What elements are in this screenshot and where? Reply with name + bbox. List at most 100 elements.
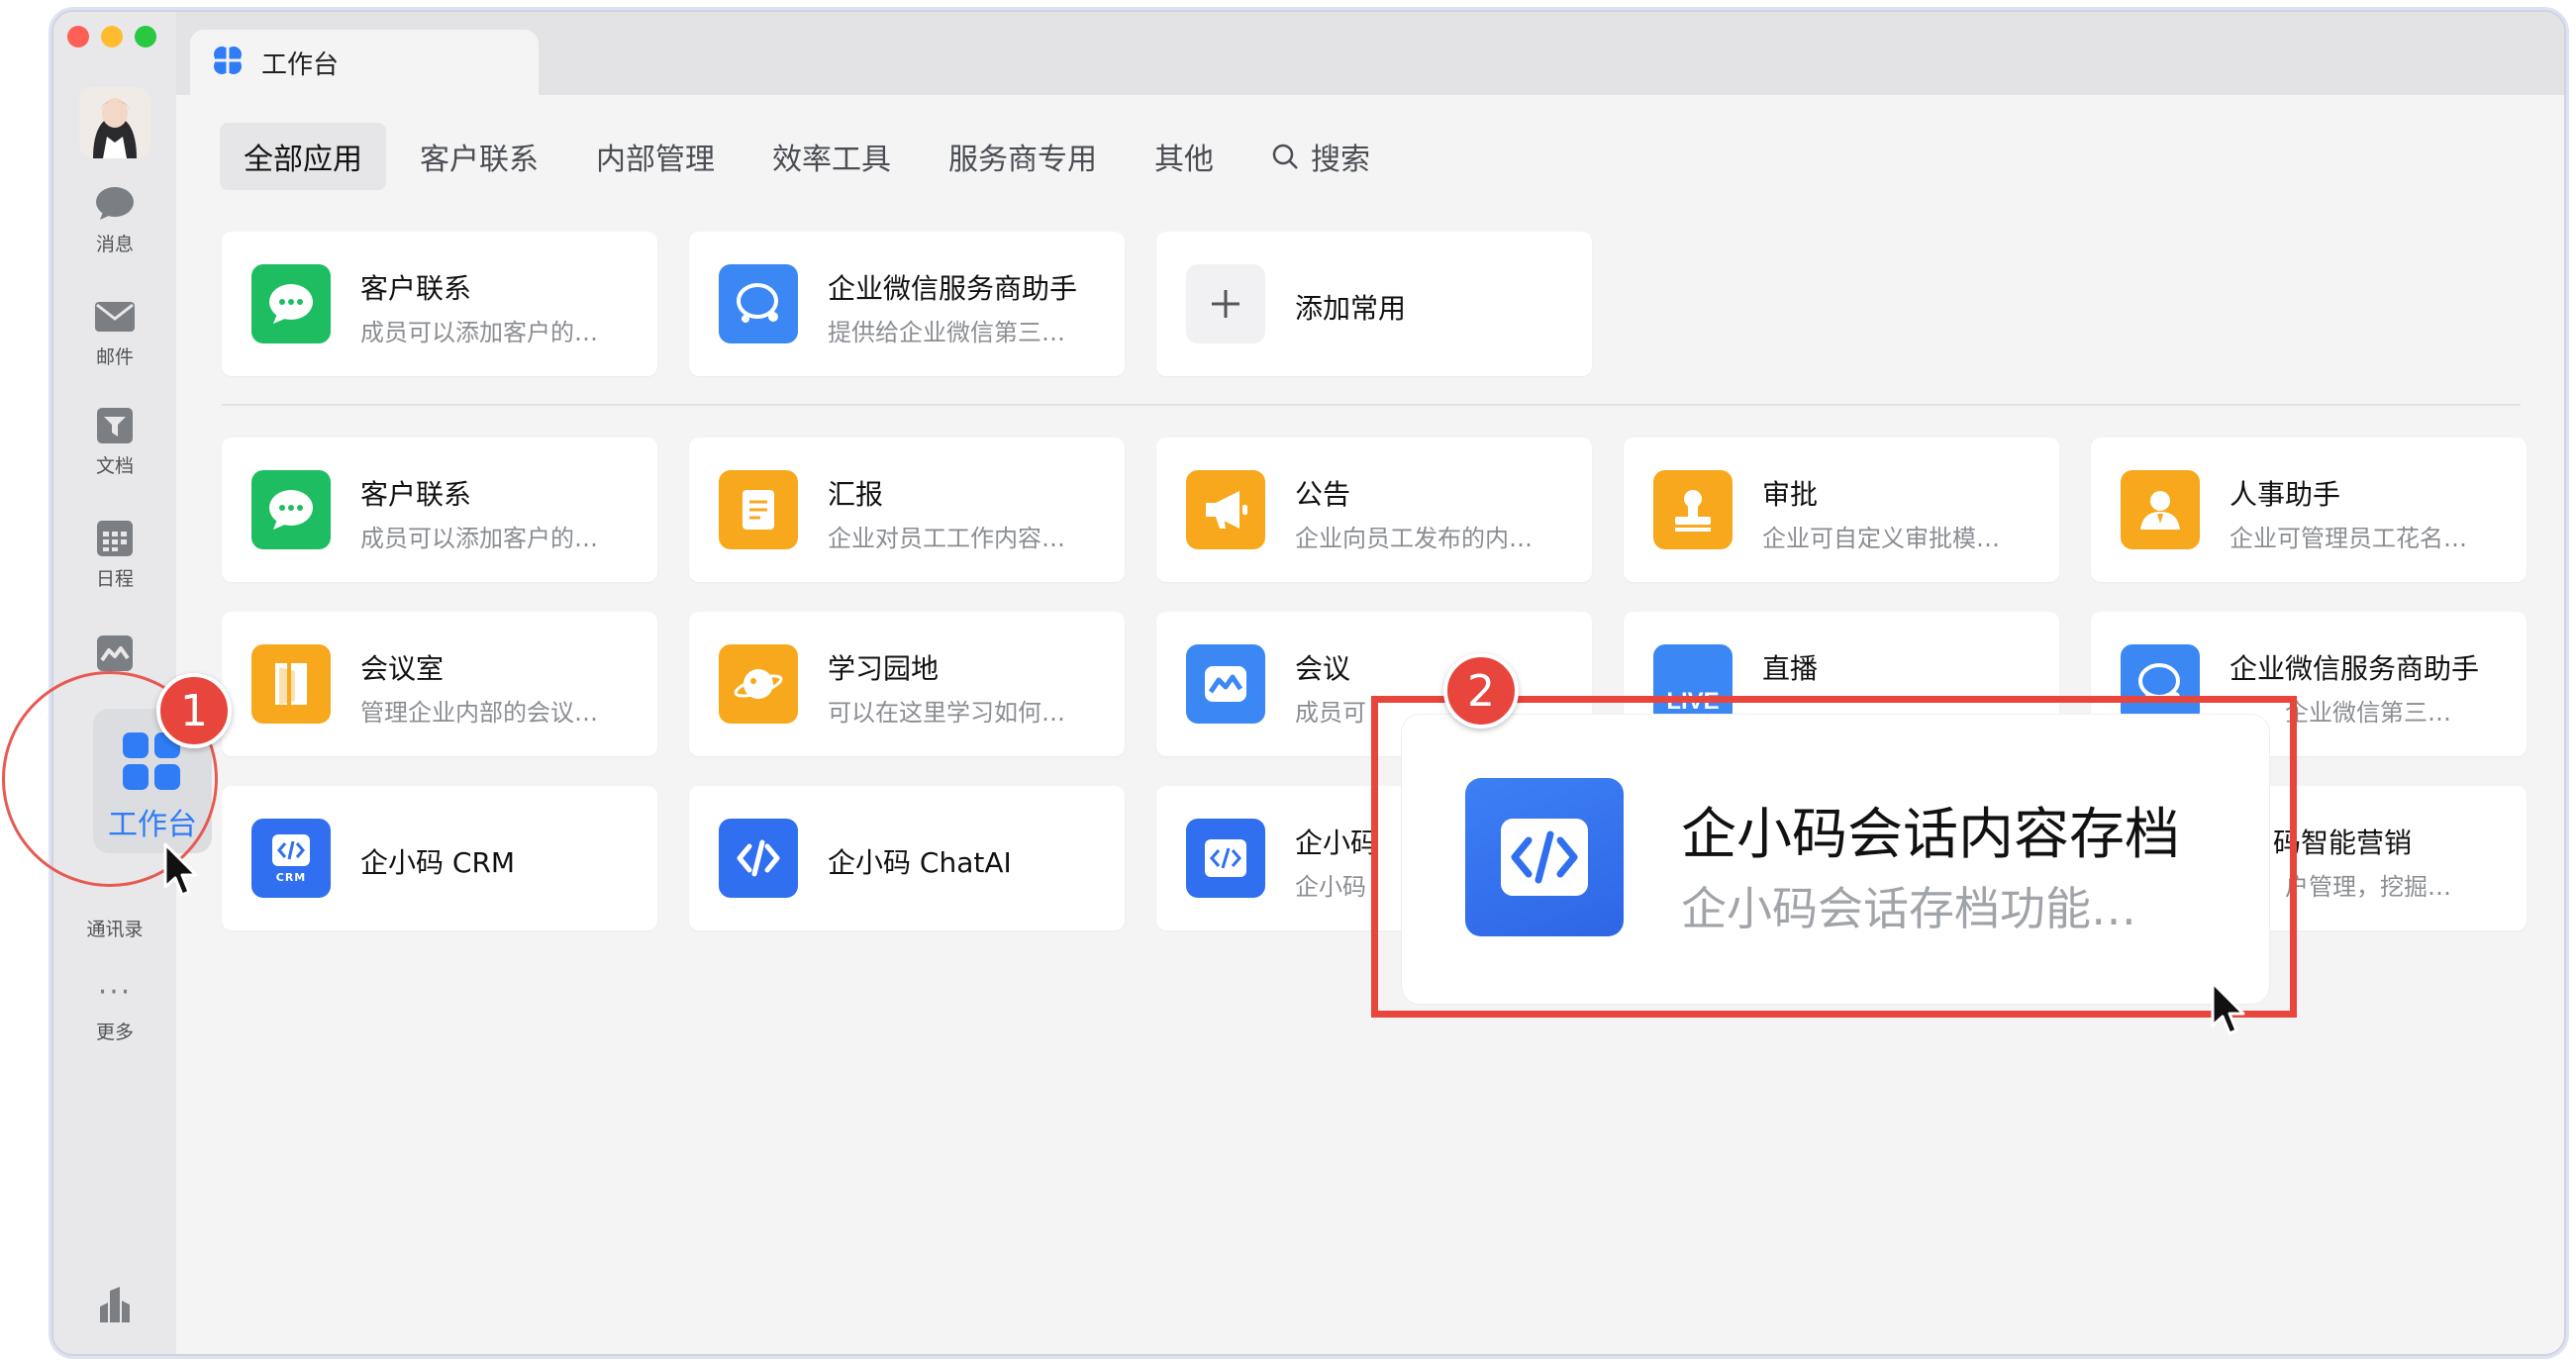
app-title: 审批 [1762,478,1819,511]
zoom-window-button[interactable] [135,26,156,48]
person-icon [2121,470,2200,549]
sidebar-item-messages[interactable]: 消息 [53,184,176,256]
tab-customer-contact[interactable]: 客户联系 [396,123,562,190]
tab-label: 工作台 [261,49,340,80]
app-subtitle: 成员可以添加客户的… [360,319,598,346]
app-title: 人事助手 [2229,478,2341,511]
app-subtitle: 管理企业内部的会议… [360,699,598,727]
stamp-icon [1653,470,1733,549]
sidebar-item-label: 通讯录 [86,919,144,940]
app-card-approval[interactable]: 审批 企业可自定义审批模… [1624,438,2059,582]
app-subtitle: 企业可管理员工花名… [2229,525,2467,552]
sidebar-item-label: 更多 [95,1022,134,1043]
app-title: 汇报 [828,478,884,511]
door-icon [251,644,331,724]
app-card-report[interactable]: 汇报 企业对员工工作内容… [689,438,1125,582]
code-icon [719,819,798,898]
service-helper-icon [719,264,798,343]
app-card-code-archive-magnified[interactable]: 企小码会话内容存档 企小码会话存档功能… [1402,715,2269,1004]
app-title: 添加常用 [1295,292,1407,325]
tab-workbench[interactable]: 工作台 [190,30,539,95]
app-title: 企小码 [1295,827,1379,859]
mouse-cursor-icon [163,842,198,897]
tab-service-provider[interactable]: 服务商专用 [925,123,1121,190]
mouse-cursor-icon [2211,981,2245,1035]
app-title: 企业微信服务商助手 [2229,652,2480,685]
search-label: 搜索 [1311,143,1370,177]
more-icon: ··· [97,974,133,1010]
close-window-button[interactable] [67,26,89,48]
mail-icon [93,297,137,337]
megaphone-icon [1186,470,1265,549]
sidebar-item-label: 消息 [95,234,134,255]
search-icon [1272,144,1298,169]
workbench-logo-icon [212,45,244,80]
app-title: 客户联系 [360,272,472,305]
app-title: 直播 [1762,652,1819,685]
avatar[interactable] [79,87,150,158]
chat-bubble-icon [93,184,137,224]
main-panel: 工作台 全部应用 客户联系 内部管理 效率工具 服务商专用 其他 搜索 客户联系… [176,12,2564,1354]
tab-internal-management[interactable]: 内部管理 [572,123,739,190]
app-subtitle: 户管理，挖掘… [2285,873,2451,901]
sidebar-item-label: 日程 [95,568,134,590]
calendar-icon [93,519,137,558]
app-title: 客户联系 [360,478,472,511]
tab-productivity-tools[interactable]: 效率工具 [748,123,915,190]
app-card-customer-contact-fav[interactable]: 客户联系 成员可以添加客户的… [222,232,657,376]
sidebar-item-meeting-shortcut[interactable] [53,633,176,673]
title-bar: 工作台 [176,12,2564,95]
app-title: 学习园地 [828,652,940,685]
code-crm-icon: CRM [251,819,331,898]
report-icon [719,470,798,549]
app-subtitle: 企业可自定义审批模… [1762,525,2000,552]
app-card-hr-assistant[interactable]: 人事助手 企业可管理员工花名… [2091,438,2526,582]
tab-all-apps[interactable]: 全部应用 [220,123,386,190]
step-badge-1: 1 [156,673,232,748]
app-subtitle: 企业微信第三… [2285,699,2451,727]
app-title: 企小码 CRM [360,846,516,879]
app-title: 会议 [1295,652,1351,685]
search-button[interactable]: 搜索 [1247,123,1394,190]
meeting-icon [1186,644,1265,724]
step-badge-2: 2 [1443,653,1519,729]
app-card-learning[interactable]: 学习园地 可以在这里学习如何… [689,612,1125,756]
sidebar-bottom-icon[interactable] [53,1285,176,1324]
sidebar-item-label: 邮件 [95,346,134,368]
building-icon [93,1285,137,1324]
app-subtitle: 企小码会话存档功能… [1681,882,2136,935]
sidebar-item-more[interactable]: ··· 更多 [53,972,176,1044]
app-title: 企业微信服务商助手 [828,272,1078,305]
app-subtitle: 可以在这里学习如何… [828,699,1065,727]
app-title: 企小码 ChatAI [828,846,1012,879]
app-subtitle: 企业对员工工作内容… [828,525,1065,552]
app-subtitle: 提供给企业微信第三… [828,319,1065,346]
app-subtitle: 企业向员工发布的内… [1295,525,1533,552]
app-title: 公告 [1295,478,1351,511]
add-favorite-button[interactable]: 添加常用 [1156,232,1592,376]
sidebar-item-mail[interactable]: 邮件 [53,297,176,369]
app-card-announcement[interactable]: 公告 企业向员工发布的内… [1156,438,1592,582]
app-card-code-chatai[interactable]: 企小码 ChatAI [689,786,1125,930]
app-card-service-helper-fav[interactable]: 企业微信服务商助手 提供给企业微信第三… [689,232,1125,376]
chat-icon [251,264,331,343]
app-card-customer-contact[interactable]: 客户联系 成员可以添加客户的… [222,438,657,582]
app-window: 消息 邮件 文档 日程 通讯录 ··· 更多 工作台 全部应用 客户联系 内部管… [51,10,2566,1356]
sidebar-item-docs[interactable]: 文档 [53,406,176,478]
planet-icon [719,644,798,724]
window-controls [67,26,156,48]
sidebar-item-calendar[interactable]: 日程 [53,519,176,591]
app-title: 会议室 [360,652,445,685]
minimize-window-button[interactable] [101,26,123,48]
crm-badge: CRM [275,870,307,884]
app-title: 企小码会话内容存档 [1681,803,2180,867]
category-tabs: 全部应用 客户联系 内部管理 效率工具 服务商专用 其他 搜索 [220,123,1404,190]
plus-icon [1186,264,1265,343]
app-card-code-crm[interactable]: CRM 企小码 CRM [222,786,657,930]
sidebar-item-label: 文档 [95,455,134,477]
section-divider [222,404,2521,406]
sidebar-item-contacts[interactable]: 通讯录 [53,909,176,941]
app-subtitle: 成员可以添加客户的… [360,525,598,552]
tab-other[interactable]: 其他 [1131,123,1238,190]
app-card-meeting-room[interactable]: 会议室 管理企业内部的会议… [222,612,657,756]
